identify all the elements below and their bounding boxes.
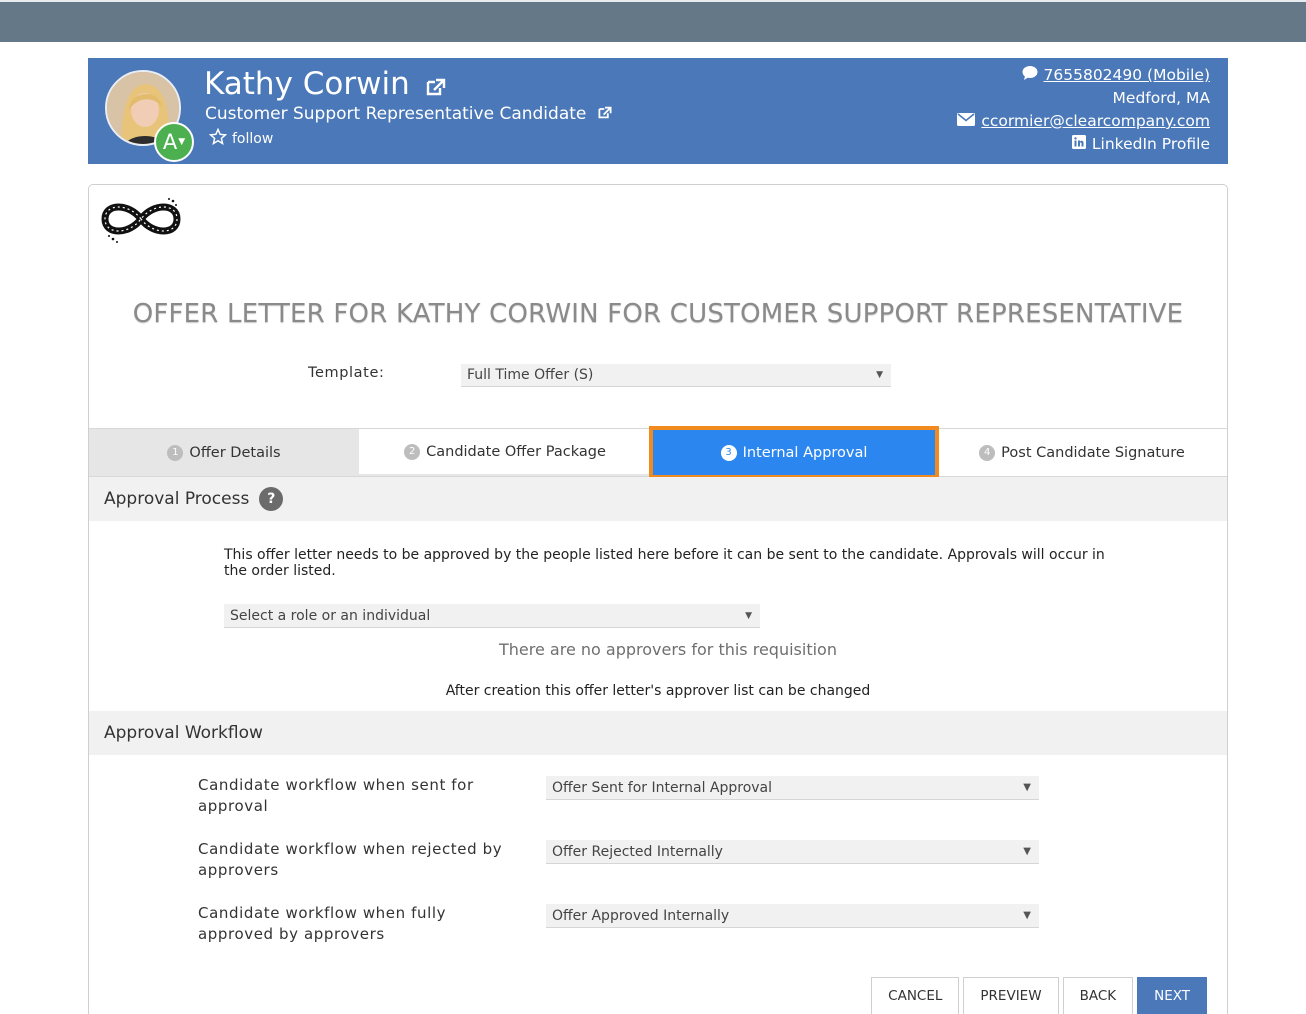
offer-panel: OFFER LETTER FOR KATHY CORWIN FOR CUSTOM…: [88, 184, 1228, 1014]
location-text: Medford, MA: [1112, 89, 1210, 107]
approval-workflow-header: Approval Workflow: [89, 711, 1227, 755]
workflow-approved-select[interactable]: Offer Approved Internally ▼: [546, 904, 1039, 928]
candidate-name[interactable]: Kathy Corwin: [204, 64, 446, 106]
dropdown-arrow-icon: ▼: [1023, 910, 1031, 921]
workflow-sent-label: Candidate workflow when sent for approva…: [198, 776, 474, 815]
empty-approvers-message: There are no approvers for this requisit…: [499, 640, 837, 659]
company-logo: [99, 193, 183, 245]
approval-process-header: Approval Process ?: [89, 477, 1227, 521]
follow-button[interactable]: follow: [208, 127, 274, 150]
chat-icon: [1022, 64, 1038, 87]
phone-link[interactable]: 7655802490 (Mobile): [1044, 64, 1210, 87]
external-link-icon[interactable]: [426, 66, 446, 106]
tab-internal-approval[interactable]: 3 Internal Approval: [649, 426, 939, 479]
top-nav-bar: [0, 0, 1306, 42]
contact-info: 7655802490 (Mobile) Medford, MA ccormier…: [957, 64, 1210, 156]
approver-select[interactable]: Select a role or an individual ▼: [224, 604, 760, 628]
action-buttons: CANCEL PREVIEW BACK NEXT: [871, 977, 1207, 1014]
status-badge[interactable]: A ▼: [154, 122, 194, 162]
email-link[interactable]: ccormier@clearcompany.com: [981, 110, 1210, 133]
candidate-header: A ▼ Kathy Corwin Customer Support Represe…: [88, 58, 1228, 164]
workflow-rejected-select[interactable]: Offer Rejected Internally ▼: [546, 840, 1039, 864]
workflow-approved-label: Candidate workflow when fully approved b…: [198, 904, 447, 943]
cancel-button[interactable]: CANCEL: [871, 977, 960, 1014]
candidate-title[interactable]: Customer Support Representative Candidat…: [205, 102, 612, 126]
tab-post-candidate-signature[interactable]: 4 Post Candidate Signature: [937, 429, 1227, 476]
page-title: OFFER LETTER FOR KATHY CORWIN FOR CUSTOM…: [132, 299, 1184, 329]
help-icon[interactable]: ?: [259, 487, 284, 511]
dropdown-arrow-icon: ▼: [745, 610, 752, 621]
offer-steps-tabs: 1 Offer Details 2 Candidate Offer Packag…: [89, 426, 1227, 479]
workflow-sent-select[interactable]: Offer Sent for Internal Approval ▼: [546, 776, 1039, 800]
linkedin-link[interactable]: LinkedIn Profile: [957, 133, 1210, 156]
dropdown-arrow-icon: ▼: [876, 370, 883, 380]
tab-offer-details[interactable]: 1 Offer Details: [89, 429, 359, 476]
approval-description: This offer letter needs to be approved b…: [224, 547, 1105, 579]
linkedin-icon: [1071, 133, 1086, 156]
tab-candidate-offer-package[interactable]: 2 Candidate Offer Package: [359, 429, 651, 476]
envelope-icon: [957, 110, 976, 133]
template-select[interactable]: Full Time Offer (S) ▼: [461, 364, 891, 387]
follow-label: follow: [232, 131, 274, 147]
template-label: Template:: [308, 365, 385, 381]
dropdown-arrow-icon: ▼: [1023, 782, 1031, 793]
workflow-rejected-label: Candidate workflow when rejected by appr…: [198, 840, 503, 879]
next-button[interactable]: NEXT: [1137, 977, 1207, 1014]
dropdown-arrow-icon: ▼: [1023, 846, 1031, 857]
approver-note: After creation this offer letter's appro…: [445, 683, 871, 699]
back-button[interactable]: BACK: [1062, 977, 1134, 1014]
preview-button[interactable]: PREVIEW: [963, 977, 1059, 1014]
external-link-icon[interactable]: [598, 102, 612, 126]
star-icon: [208, 127, 228, 150]
